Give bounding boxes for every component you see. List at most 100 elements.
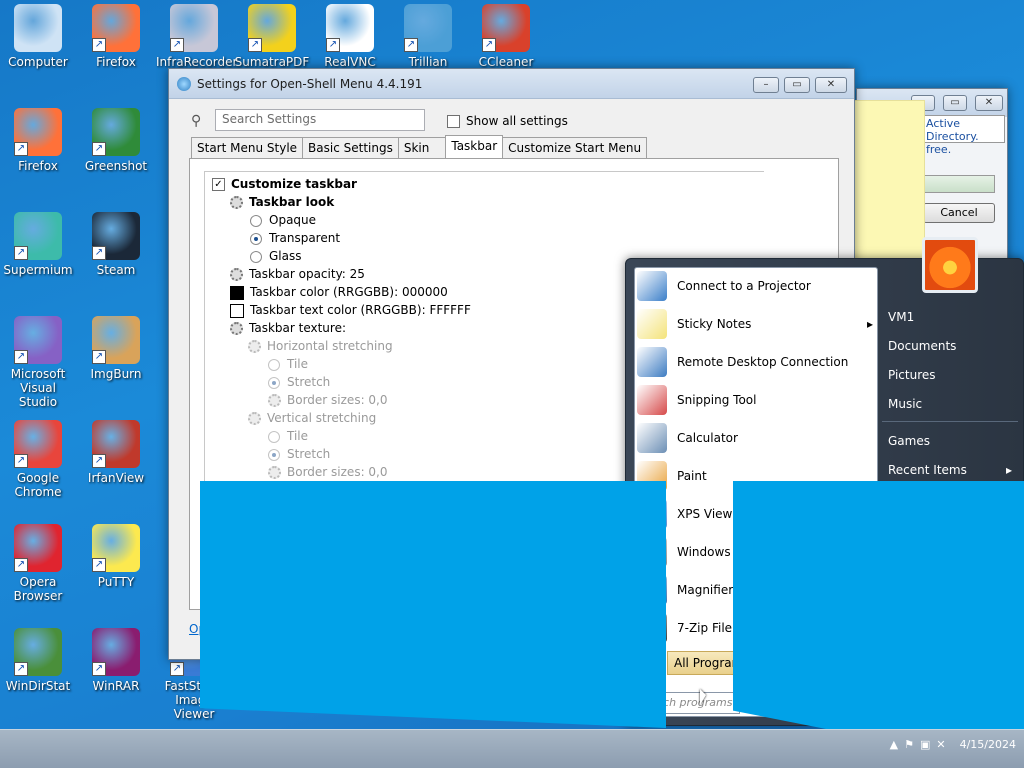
tab-taskbar[interactable]: Taskbar (445, 135, 504, 158)
firefox-icon: ↗ (14, 108, 62, 156)
desktop-icon[interactable]: ↗ Greenshot (78, 108, 154, 173)
search-input[interactable]: Search Settings (215, 109, 425, 131)
tab-customize-start-menu[interactable]: Customize Start Menu (502, 137, 648, 158)
minimize-button[interactable]: – (753, 77, 779, 93)
desktop-icon[interactable]: ↗ Supermium (0, 212, 76, 277)
show-all-box[interactable] (447, 115, 460, 128)
desktop-icon[interactable]: ↗ Trillian (390, 4, 466, 69)
start-menu-right-item[interactable]: Games (888, 434, 1016, 448)
opaque-label: Opaque (269, 213, 317, 227)
desktop-icon-label: PuTTY (97, 575, 135, 589)
glass-radio[interactable]: Glass (250, 249, 302, 263)
start-menu-item[interactable]: Connect to a Projector (637, 268, 873, 304)
system-tray: ▲ ⚑ ▣ ✕ 4/15/2024 (890, 738, 1016, 751)
customize-taskbar-box[interactable]: ✓ (212, 178, 225, 191)
desktop-icon-label: Greenshot (84, 159, 148, 173)
steam-icon: ↗ (92, 212, 140, 260)
color-setting[interactable]: Taskbar color (RRGGBB): 000000 (230, 285, 448, 300)
start-menu-right-item[interactable]: Documents (888, 339, 1016, 353)
desktop-icon[interactable]: ↗ Steam (78, 212, 154, 277)
mouse-cursor-icon (700, 689, 706, 705)
tab-strip: Start Menu Style Basic Settings Skin Taskba… (191, 135, 648, 160)
tab-basic-settings[interactable]: Basic Settings (302, 137, 399, 158)
text-color-setting[interactable]: Taskbar text color (RRGGBB): FFFFFF (230, 303, 471, 318)
shortcut-arrow-icon: ↗ (14, 454, 28, 468)
shortcut-arrow-icon: ↗ (92, 350, 106, 364)
settings-titlebar[interactable]: Settings for Open-Shell Menu 4.4.191 – ▭… (169, 69, 854, 99)
gear-icon (248, 340, 261, 353)
winrar-icon: ↗ (92, 628, 140, 676)
opaque-radio[interactable]: Opaque (250, 213, 316, 227)
maximize-button[interactable]: ▭ (784, 77, 810, 93)
desktop-icon-label: CCleaner (478, 55, 534, 69)
desktop-icon[interactable]: ↗ Firefox (78, 4, 154, 69)
start-menu-item[interactable]: Calculator (637, 420, 873, 456)
desktop-icon[interactable]: ↗ Firefox (0, 108, 76, 173)
user-picture[interactable] (922, 237, 978, 293)
ccleaner-icon: ↗ (482, 4, 530, 52)
start-menu-item[interactable]: Sticky Notes ▸ (637, 306, 873, 342)
search-icon: ⚲ (191, 113, 202, 129)
customize-taskbar-label: Customize taskbar (231, 177, 357, 191)
start-menu-right-item[interactable]: Music (888, 397, 1016, 411)
windirstat-icon: ↗ (14, 628, 62, 676)
texture-setting[interactable]: Taskbar texture: (230, 321, 346, 335)
firefox-icon: ↗ (92, 4, 140, 52)
close-button[interactable]: ✕ (975, 95, 1003, 111)
desktop-icon[interactable]: ↗ PuTTY (78, 524, 154, 589)
flag-icon[interactable]: ⚑ (904, 738, 914, 751)
start-menu-right-item[interactable]: Recent Items ▸ (888, 463, 1016, 477)
tab-skin[interactable]: Skin (397, 137, 447, 158)
start-menu-right-item[interactable]: Pictures (888, 368, 1016, 382)
v-stretch-radio: Stretch (268, 447, 330, 461)
desktop-icon[interactable]: ↗ WinRAR (78, 628, 154, 693)
desktop-icon[interactable]: Computer (0, 4, 76, 69)
desktop-icon[interactable]: ↗ CCleaner (468, 4, 544, 69)
show-hidden-icons-icon[interactable]: ▲ (890, 738, 898, 751)
show-all-checkbox[interactable]: Show all settings (447, 114, 568, 128)
desktop-icon[interactable]: ↗ Opera Browser (0, 524, 76, 603)
start-menu-right-item[interactable]: VM1 (888, 310, 1016, 324)
start-menu-item[interactable]: Snipping Tool (637, 382, 873, 418)
supermium-icon: ↗ (14, 212, 62, 260)
desktop-icon[interactable]: ↗ SumatraPDF (234, 4, 310, 69)
start-menu-item-label: Sticky Notes (677, 317, 752, 331)
desktop-icon-label: Microsoft Visual Studio (10, 367, 66, 409)
start-menu-right-item-label: Documents (888, 339, 957, 353)
network-icon[interactable]: ▣ (920, 738, 930, 751)
tab-start-menu-style[interactable]: Start Menu Style (191, 137, 304, 158)
desktop-icon-label: Firefox (18, 159, 58, 173)
desktop-icon[interactable]: ↗ ImgBurn (78, 316, 154, 381)
infrarecorder-icon: ↗ (170, 4, 218, 52)
shortcut-arrow-icon: ↗ (404, 38, 418, 52)
v-tile-label: Tile (287, 429, 309, 443)
ad-info-text: Active Directory. free. (923, 115, 1005, 156)
putty-icon: ↗ (92, 524, 140, 572)
volume-muted-icon[interactable]: ✕ (936, 738, 945, 751)
desktop-icon-label: WinRAR (92, 679, 140, 693)
desktop-icon[interactable]: ↗ IrfanView (78, 420, 154, 485)
clock[interactable]: 4/15/2024 (960, 738, 1016, 751)
v-border-label: Border sizes: 0,0 (287, 465, 388, 479)
cancel-button[interactable]: Cancel (923, 203, 995, 223)
maximize-button[interactable]: ▭ (943, 95, 967, 111)
desktop-icon[interactable]: ↗ WinDirStat (0, 628, 76, 693)
desktop-icon[interactable]: ↗ RealVNC (312, 4, 388, 69)
opacity-setting[interactable]: Taskbar opacity: 25 (230, 267, 365, 281)
remote-desktop-icon (637, 347, 667, 377)
gear-icon (230, 322, 243, 335)
all-programs-button[interactable]: All Program (667, 651, 737, 675)
occlusion-block-left (200, 481, 666, 728)
start-menu-item[interactable]: Remote Desktop Connection (637, 344, 873, 380)
desktop-icon[interactable]: ↗ Microsoft Visual Studio (0, 316, 76, 409)
taskbar-look-setting[interactable]: Taskbar look (230, 195, 334, 209)
desktop-icon[interactable]: ↗ InfraRecorder (156, 4, 237, 69)
close-button[interactable]: ✕ (815, 77, 847, 93)
transparent-radio[interactable]: Transparent (250, 231, 340, 245)
customize-taskbar-checkbox[interactable]: ✓ Customize taskbar (212, 177, 357, 191)
desktop-icon[interactable]: ↗ Google Chrome (0, 420, 76, 499)
texture-label: Taskbar texture: (249, 321, 347, 335)
openshell-icon (177, 76, 191, 91)
divider-1 (882, 421, 1018, 422)
shortcut-arrow-icon: ↗ (92, 454, 106, 468)
